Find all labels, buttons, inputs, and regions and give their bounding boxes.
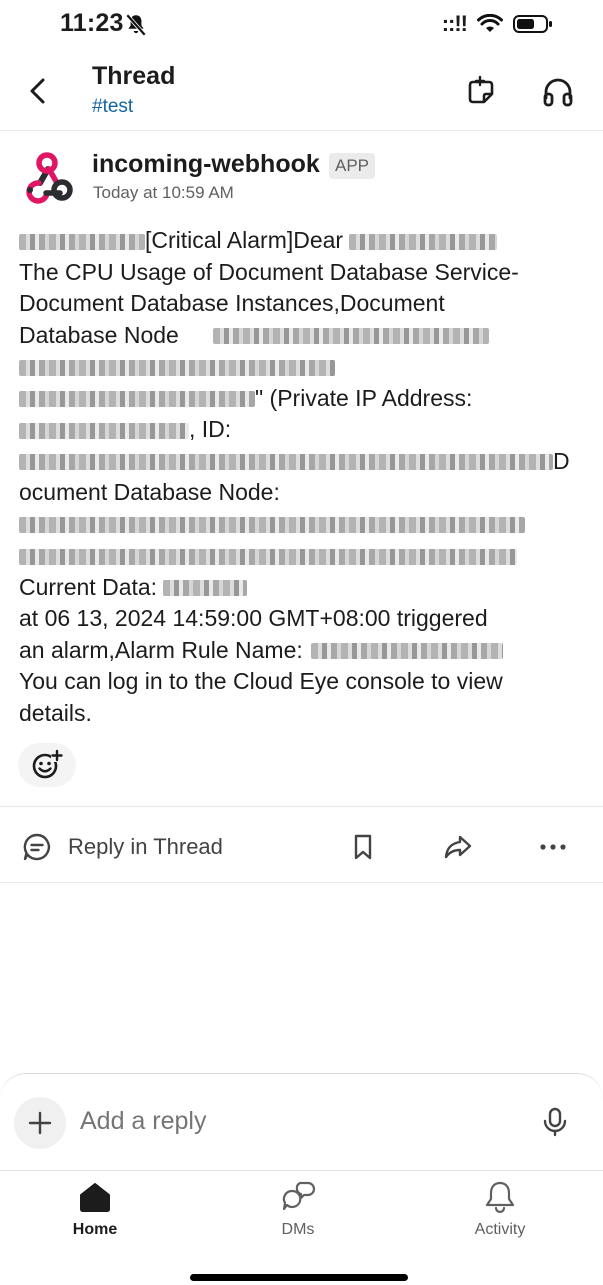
plus-icon xyxy=(28,1111,52,1135)
add-reaction-icon xyxy=(32,749,63,779)
bell-icon xyxy=(485,1181,515,1214)
message-line: You can log in to the Cloud Eye console … xyxy=(19,668,503,694)
status-time: 11:23 xyxy=(60,9,124,37)
message-body: [Critical Alarm]Dear The CPU Usage of Do… xyxy=(19,225,589,729)
message-line: D xyxy=(19,446,589,478)
add-reaction-button[interactable] xyxy=(18,743,76,787)
redacted-text xyxy=(310,643,503,660)
attach-button[interactable] xyxy=(14,1097,66,1149)
tab-home-label: Home xyxy=(72,1221,118,1238)
message-line: an alarm,Alarm Rule Name: xyxy=(19,635,589,667)
battery-icon xyxy=(513,15,552,33)
tab-dms[interactable]: DMs xyxy=(238,1179,358,1239)
redacted-text xyxy=(212,328,489,345)
reply-composer xyxy=(0,1073,603,1170)
message-line: Document Database Instances,Document xyxy=(19,290,445,316)
sender-name[interactable]: incoming-webhook xyxy=(92,150,320,179)
divider xyxy=(0,882,603,883)
tab-activity-label: Activity xyxy=(474,1221,526,1238)
tab-home[interactable]: Home xyxy=(35,1179,155,1239)
reply-in-thread-label: Reply in Thread xyxy=(68,834,223,859)
message-bubble-icon xyxy=(23,833,51,861)
tab-dms-label: DMs xyxy=(281,1221,315,1238)
message-line: Current Data: xyxy=(19,572,589,604)
page-title: Thread xyxy=(92,62,176,90)
message-line xyxy=(19,509,589,541)
redacted-text xyxy=(19,233,145,250)
message-line xyxy=(19,351,589,383)
message-line: " (Private IP Address: xyxy=(19,383,589,415)
message-actions: Reply in Thread xyxy=(0,812,603,880)
bell-slash-icon xyxy=(125,13,147,37)
webhook-icon[interactable] xyxy=(18,150,74,206)
wifi-icon xyxy=(477,14,503,32)
reply-input[interactable] xyxy=(80,1107,500,1136)
bookmark-icon[interactable] xyxy=(348,832,378,862)
thread-header: Thread #test xyxy=(0,52,603,131)
redacted-text xyxy=(19,454,553,471)
home-icon xyxy=(80,1183,110,1212)
message-line: at 06 13, 2024 14:59:00 GMT+08:00 trigge… xyxy=(19,605,488,631)
tab-activity[interactable]: Activity xyxy=(440,1179,560,1239)
message-line xyxy=(19,540,589,572)
status-indicators: ::!! xyxy=(442,13,553,35)
redacted-text xyxy=(163,580,248,597)
divider xyxy=(0,806,603,807)
signal-icon: ::!! xyxy=(441,11,468,36)
headphones-icon[interactable] xyxy=(540,74,576,110)
tab-bar: Home DMs Activity xyxy=(0,1170,603,1285)
redacted-text xyxy=(19,517,525,534)
redacted-text xyxy=(19,422,189,439)
message-line: [Critical Alarm]Dear xyxy=(19,225,589,257)
more-horizontal-icon[interactable] xyxy=(538,832,568,862)
microphone-icon[interactable] xyxy=(541,1107,569,1137)
message-line: details. xyxy=(19,699,92,726)
redacted-text xyxy=(19,548,517,565)
back-button[interactable] xyxy=(22,74,56,108)
message-line: Database Node xyxy=(19,320,589,352)
share-icon[interactable] xyxy=(443,832,473,862)
message-line: The CPU Usage of Document Database Servi… xyxy=(19,258,519,285)
redacted-text xyxy=(19,359,335,376)
reply-in-thread-button[interactable]: Reply in Thread xyxy=(22,832,223,862)
message-line: , ID: xyxy=(19,414,589,446)
message-line: ocument Database Node: xyxy=(19,479,280,505)
redacted-text xyxy=(19,391,255,408)
channel-link[interactable]: #test xyxy=(92,96,133,118)
redacted-text xyxy=(349,233,498,250)
dms-icon xyxy=(282,1181,316,1211)
message-timestamp: Today at 10:59 AM xyxy=(93,183,234,202)
thread-view-icon[interactable] xyxy=(463,74,499,110)
status-bar: 11:23 ::!! xyxy=(0,0,603,50)
app-badge: APP xyxy=(329,153,376,179)
home-indicator[interactable] xyxy=(190,1274,408,1281)
